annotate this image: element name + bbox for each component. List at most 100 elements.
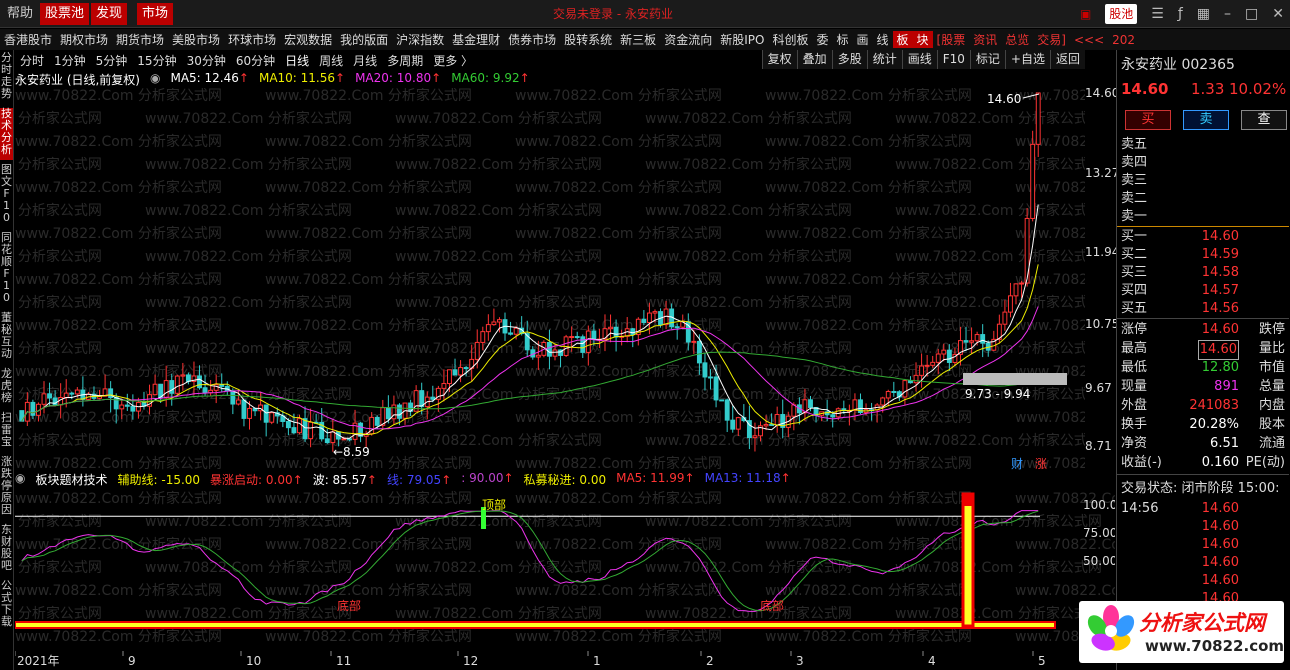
menu-item-2[interactable]: 期货市场 bbox=[112, 31, 168, 48]
menu-item-8[interactable]: 基金理财 bbox=[448, 31, 504, 48]
tool-1[interactable]: 叠加 bbox=[796, 50, 832, 69]
watermark: www.70822.Com 分析家公式网 bbox=[1015, 409, 1085, 426]
tool-6[interactable]: 标记 bbox=[969, 50, 1005, 69]
close-icon[interactable]: ✕ bbox=[1272, 6, 1284, 22]
user-icon[interactable]: ▣ bbox=[1080, 7, 1091, 21]
bid-row[interactable]: 买二 14.59 bbox=[1121, 246, 1287, 264]
ask-row[interactable]: 卖四 bbox=[1121, 154, 1287, 172]
period-5[interactable]: 60分钟 bbox=[231, 52, 280, 69]
aux-line-value: 辅助线: -15.00 bbox=[117, 473, 201, 487]
tool-5[interactable]: F10 bbox=[936, 50, 970, 69]
menu-item-10[interactable]: 股转系统 bbox=[560, 31, 616, 48]
indicator-toggle-icon[interactable]: ◉ bbox=[15, 471, 25, 489]
menu-item-18[interactable]: 线 bbox=[873, 31, 893, 48]
period-6[interactable]: 日线 bbox=[280, 52, 314, 69]
ask-row[interactable]: 卖一 bbox=[1121, 208, 1287, 226]
tool-7[interactable]: +自选 bbox=[1004, 50, 1050, 69]
period-10[interactable]: 更多 〉 bbox=[428, 52, 478, 69]
menu-item-5[interactable]: 宏观数据 bbox=[280, 31, 336, 48]
period-2[interactable]: 5分钟 bbox=[91, 52, 133, 69]
candlestick-chart[interactable]: www.70822.Com 分析家公式网 www.70822.Com 分析家公式网… bbox=[15, 88, 1085, 471]
watermark: www.70822.Com 分析家公式网 bbox=[1015, 317, 1085, 334]
candle-body bbox=[830, 414, 836, 418]
tool-4[interactable]: 画线 bbox=[901, 50, 937, 69]
layers-icon[interactable]: ☰ bbox=[1151, 6, 1164, 22]
menu-item-16[interactable]: 标 bbox=[832, 31, 852, 48]
finance-badge[interactable]: 财 bbox=[1011, 457, 1023, 471]
menu-item-0[interactable]: 香港股市 bbox=[0, 31, 56, 48]
menu-item-23[interactable]: 总览 bbox=[1001, 31, 1033, 48]
ask-row[interactable]: 卖二 bbox=[1121, 190, 1287, 208]
left-tab-2[interactable]: 图文F10 bbox=[0, 164, 13, 228]
menu-item-11[interactable]: 新三板 bbox=[616, 31, 660, 48]
candle-body bbox=[902, 380, 908, 398]
menu-item-20[interactable]: 块 bbox=[912, 31, 933, 48]
tool-8[interactable]: 返回 bbox=[1049, 50, 1085, 69]
discover-button[interactable]: 发现 bbox=[91, 3, 128, 25]
ask-row[interactable]: 卖五 bbox=[1121, 136, 1287, 154]
indicator-chart[interactable]: www.70822.Com 分析家公式网 www.70822.Com 分析家公式网… bbox=[15, 489, 1115, 651]
tool-0[interactable]: 复权 bbox=[761, 50, 797, 69]
period-1[interactable]: 1分钟 bbox=[49, 52, 91, 69]
menu-item-19[interactable]: 板 bbox=[892, 31, 913, 48]
menu-item-24[interactable]: 交易] bbox=[1033, 31, 1070, 48]
tool-2[interactable]: 多股 bbox=[831, 50, 867, 69]
help-menu[interactable]: 帮助 bbox=[2, 3, 38, 25]
ma-toggle-icon[interactable]: ◉ bbox=[150, 71, 160, 89]
left-tab-0[interactable]: 分时走势 bbox=[0, 52, 13, 104]
minimize-icon[interactable]: – bbox=[1224, 6, 1231, 22]
period-9[interactable]: 多周期 bbox=[382, 52, 428, 69]
bid-row[interactable]: 买一 14.60 bbox=[1121, 228, 1287, 246]
ind-tick: 75.00 bbox=[1083, 526, 1115, 540]
formula-icon[interactable]: ƒ bbox=[1178, 6, 1183, 22]
limit-up-badge[interactable]: 涨 bbox=[1035, 456, 1047, 471]
indicator-name[interactable]: 板块题材技术 bbox=[35, 471, 107, 489]
menu-item-12[interactable]: 资金流向 bbox=[660, 31, 716, 48]
stock-pool-button[interactable]: 股票池 bbox=[40, 3, 90, 25]
period-3[interactable]: 15分钟 bbox=[132, 52, 181, 69]
menu-item-7[interactable]: 沪深指数 bbox=[392, 31, 448, 48]
left-tab-7[interactable]: 涨跌停原因 bbox=[0, 456, 13, 520]
candle-body bbox=[935, 353, 941, 363]
menu-item-6[interactable]: 我的版面 bbox=[336, 31, 392, 48]
menu-item-26[interactable]: 202 bbox=[1108, 33, 1139, 47]
menu-item-21[interactable]: [股票 bbox=[933, 31, 970, 48]
menu-item-4[interactable]: 环球市场 bbox=[224, 31, 280, 48]
stock-pool-shortcut[interactable]: 股池 bbox=[1105, 4, 1138, 24]
left-tab-9[interactable]: 公式下载 bbox=[0, 580, 13, 632]
sell-button[interactable]: 卖 bbox=[1183, 110, 1229, 130]
tick-price: 14.60 bbox=[1201, 573, 1239, 588]
left-tab-3[interactable]: 同花顺F10 bbox=[0, 232, 13, 308]
menu-item-3[interactable]: 美股市场 bbox=[168, 31, 224, 48]
menu-item-9[interactable]: 债券市场 bbox=[504, 31, 560, 48]
menu-item-1[interactable]: 期权市场 bbox=[56, 31, 112, 48]
left-tab-1[interactable]: 技术分析 bbox=[0, 108, 13, 160]
tool-3[interactable]: 统计 bbox=[866, 50, 902, 69]
period-8[interactable]: 月线 bbox=[348, 52, 382, 69]
period-7[interactable]: 周线 bbox=[314, 52, 348, 69]
menu-item-13[interactable]: 新股IPO bbox=[716, 31, 768, 48]
market-button[interactable]: 市场 bbox=[137, 3, 174, 25]
bid-row[interactable]: 买五 14.56 bbox=[1121, 300, 1287, 318]
period-0[interactable]: 分时 bbox=[15, 52, 49, 69]
query-button[interactable]: 查 bbox=[1241, 110, 1287, 130]
left-tab-6[interactable]: 扫雷宝 bbox=[0, 412, 13, 452]
bid-row[interactable]: 买四 14.57 bbox=[1121, 282, 1287, 300]
menu-item-14[interactable]: 科创板 bbox=[768, 31, 812, 48]
menu-item-22[interactable]: 资讯 bbox=[969, 31, 1001, 48]
menu-item-15[interactable]: 委 bbox=[812, 31, 832, 48]
maximize-icon[interactable]: □ bbox=[1245, 6, 1258, 22]
status-divider bbox=[1117, 474, 1289, 475]
buy-button[interactable]: 买 bbox=[1125, 110, 1171, 130]
bid-ask-divider bbox=[1117, 226, 1289, 227]
left-tab-4[interactable]: 董秘互动 bbox=[0, 312, 13, 364]
left-tab-5[interactable]: 龙虎榜 bbox=[0, 368, 13, 408]
ask-row[interactable]: 卖三 bbox=[1121, 172, 1287, 190]
menu-item-17[interactable]: 画 bbox=[852, 31, 872, 48]
bid-row[interactable]: 买三 14.58 bbox=[1121, 264, 1287, 282]
stat-label: 外盘 bbox=[1121, 398, 1148, 413]
menu-item-25[interactable]: <<< bbox=[1070, 33, 1108, 47]
left-tab-8[interactable]: 东财股吧 bbox=[0, 524, 13, 576]
settings-icon[interactable]: ▦ bbox=[1197, 6, 1210, 22]
period-4[interactable]: 30分钟 bbox=[182, 52, 231, 69]
